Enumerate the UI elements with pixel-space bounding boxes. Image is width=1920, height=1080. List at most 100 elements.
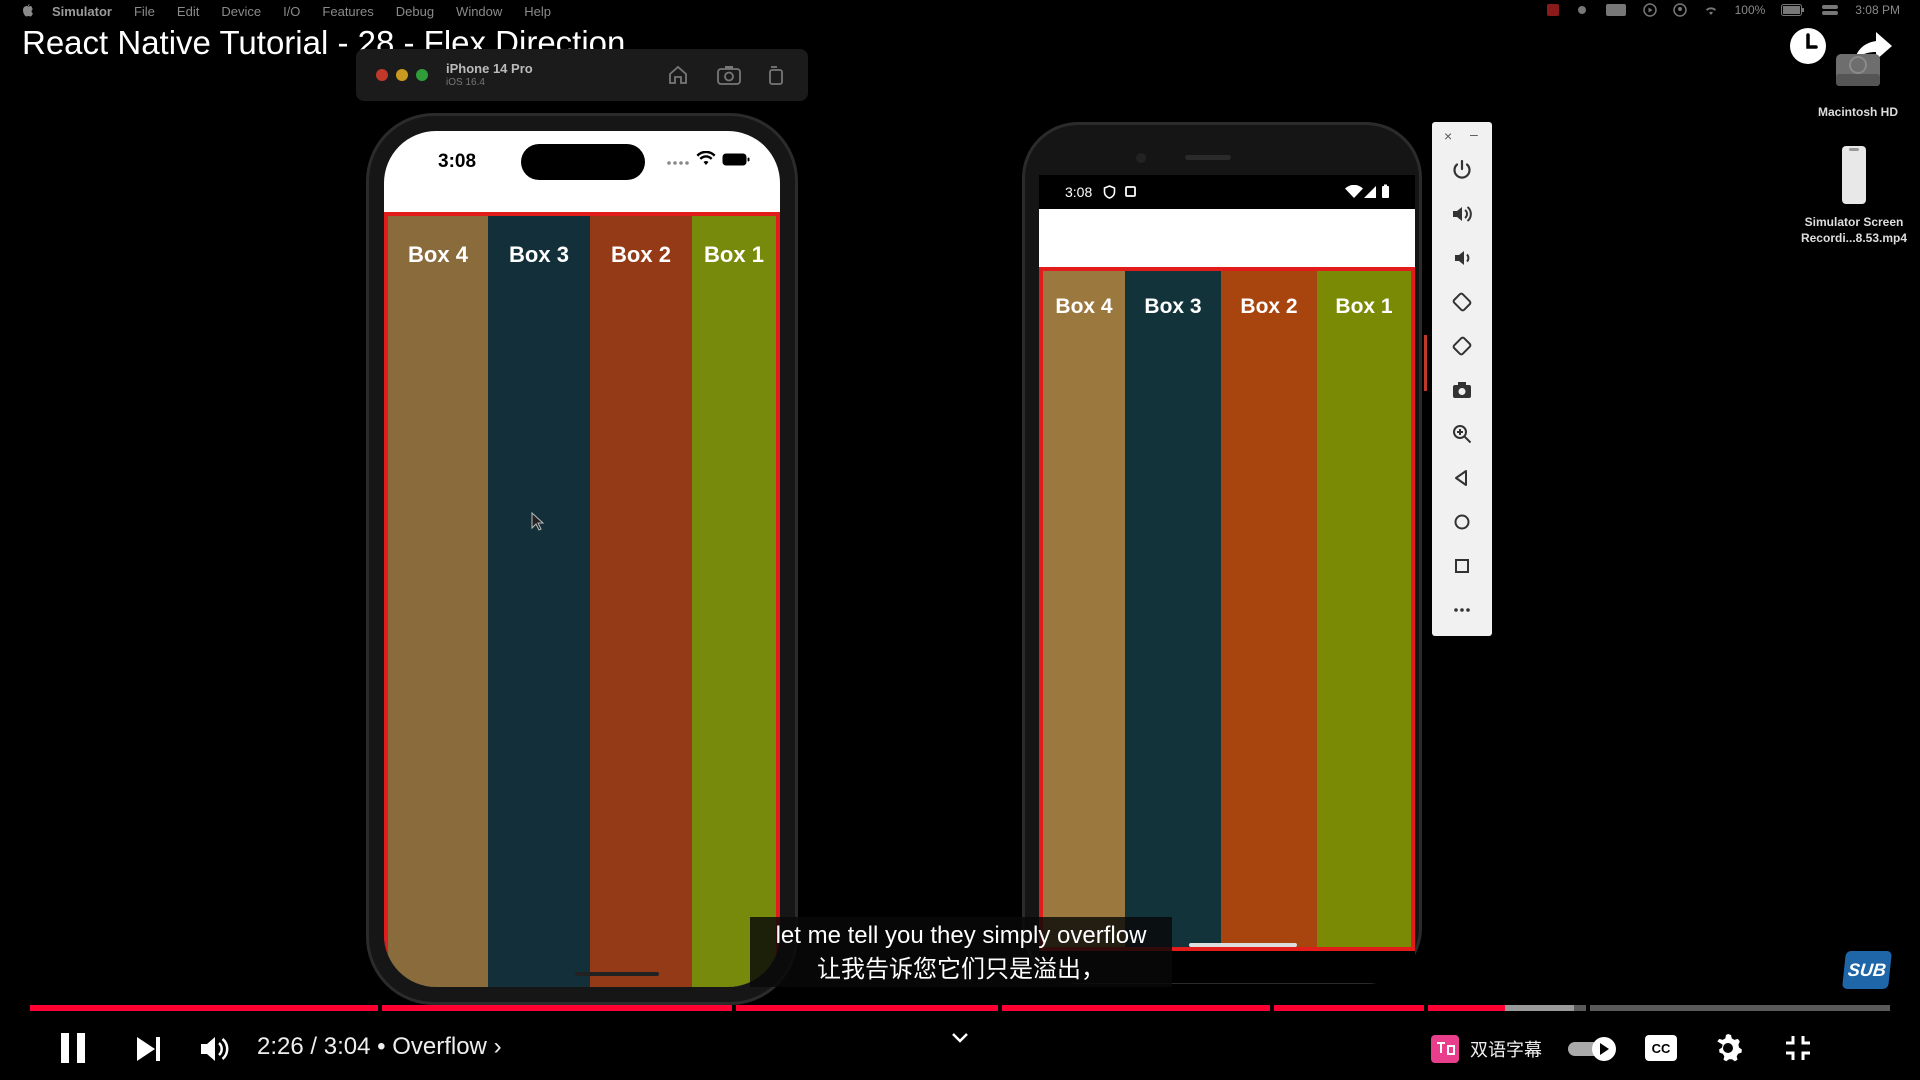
battery-percent: 100% [1734, 3, 1766, 17]
current-time: 2:26 [257, 1033, 304, 1060]
screenshot-icon[interactable] [716, 63, 742, 87]
menu-window[interactable]: Window [456, 4, 502, 19]
menu-file[interactable]: File [134, 4, 155, 19]
box-2: Box 2 [590, 216, 692, 987]
emulator-toolbar: × – [1432, 122, 1492, 636]
box-2: Box 2 [1221, 271, 1317, 947]
time-display: 2:26 / 3:04 • Overflow › [257, 1033, 502, 1060]
iphone-simulator: 3:08 Box 1 Box 2 Box 3 Box 4 [366, 113, 798, 1005]
flex-container: Box 1 Box 2 Box 3 Box 4 [1039, 267, 1415, 951]
home-icon[interactable] [666, 63, 690, 87]
iphone-clock: 3:08 [438, 151, 477, 172]
chapter-title[interactable]: Overflow [392, 1033, 487, 1060]
cell-signal-icon [1364, 186, 1376, 198]
rotate-right-icon[interactable] [1450, 334, 1474, 358]
subtitle-line-english: let me tell you they simply overflow [775, 922, 1147, 949]
record-indicator-icon[interactable] [1546, 4, 1559, 16]
chapter-gap [998, 1005, 1002, 1011]
duration: 3:04 [323, 1033, 371, 1060]
rotate-icon[interactable] [764, 63, 788, 87]
chevron-right-icon[interactable]: › [494, 1033, 502, 1060]
next-video-icon[interactable] [134, 1034, 164, 1064]
dynamic-island [521, 144, 645, 180]
flex-container: Box 1 Box 2 Box 3 Box 4 [384, 212, 780, 987]
simulator-titlebar[interactable]: iPhone 14 Pro iOS 16.4 [356, 49, 808, 101]
menu-device[interactable]: Device [221, 4, 261, 19]
signal-dots-icon [667, 161, 689, 165]
volume-down-icon[interactable] [1450, 246, 1474, 270]
android-screen[interactable]: 3:08 Box 1 Box 2 Box 3 Box 4 [1039, 175, 1415, 983]
rotate-left-icon[interactable] [1450, 290, 1474, 314]
minimize-icon[interactable]: – [1470, 126, 1478, 142]
android-clock: 3:08 [1065, 184, 1093, 200]
menu-simulator[interactable]: Simulator [52, 4, 112, 19]
wifi-icon[interactable] [1703, 3, 1719, 17]
volume-icon[interactable] [198, 1032, 232, 1066]
desktop-file[interactable]: Simulator Screen Recordi...8.53.mp4 [1790, 144, 1918, 245]
bilingual-subtitle-label[interactable]: 双语字幕 [1470, 1036, 1542, 1062]
desktop-disk[interactable]: Macintosh HD [1806, 38, 1910, 119]
earpiece-speaker [1185, 155, 1231, 160]
menu-io[interactable]: I/O [283, 4, 300, 19]
iphone-home-indicator [575, 972, 659, 976]
shield-icon [1103, 185, 1116, 199]
chevron-down-icon[interactable] [948, 1028, 972, 1048]
menu-debug[interactable]: Debug [396, 4, 434, 19]
close-icon[interactable]: × [1444, 128, 1452, 144]
battery-icon[interactable] [1781, 4, 1805, 16]
closed-captions-icon[interactable]: CC [1644, 1034, 1678, 1062]
status-extension-icon[interactable] [1575, 3, 1589, 17]
home-circle-icon[interactable] [1450, 510, 1474, 534]
volume-up-icon[interactable] [1450, 202, 1474, 226]
box-1: Box 1 [692, 216, 776, 987]
box-4: Box 4 [1043, 271, 1125, 947]
settings-gear-icon[interactable] [1712, 1032, 1744, 1064]
front-camera [1136, 153, 1146, 163]
menu-features[interactable]: Features [322, 4, 373, 19]
file-label-line2: Recordi...8.53.mp4 [1800, 231, 1908, 245]
control-center-icon[interactable] [1821, 3, 1839, 17]
mouse-cursor-icon [531, 512, 545, 531]
chapter-gap [1270, 1005, 1274, 1011]
play-circle-icon[interactable] [1642, 3, 1657, 17]
wifi-icon [696, 151, 716, 165]
hard-drive-icon [1836, 54, 1880, 86]
menubar-clock: 3:08 PM [1855, 3, 1900, 17]
android-gesture-bar [1189, 943, 1297, 947]
back-icon[interactable] [1450, 466, 1474, 490]
subtitle-box: let me tell you they simply overflow 让我告… [750, 917, 1172, 987]
file-label-line1: Simulator Screen [1804, 215, 1904, 229]
camera-icon[interactable] [1450, 378, 1474, 402]
android-header-area [1039, 209, 1415, 267]
user-circle-icon[interactable] [1672, 3, 1687, 17]
chapter-gap [1424, 1005, 1428, 1011]
zoom-window-button[interactable] [416, 69, 428, 81]
progress-bar[interactable] [30, 1005, 1890, 1011]
minimize-window-button[interactable] [396, 69, 408, 81]
subtitle-line-chinese: 让我告诉您它们只是溢出， [817, 956, 1105, 983]
autoplay-toggle[interactable] [1566, 1034, 1620, 1064]
menu-edit[interactable]: Edit [177, 4, 199, 19]
pause-icon[interactable] [58, 1030, 88, 1066]
bilingual-subtitle-icon[interactable] [1430, 1034, 1460, 1064]
simulator-os-version: iOS 16.4 [446, 77, 485, 88]
simulator-device-name: iPhone 14 Pro [446, 61, 533, 76]
box-1: Box 1 [1317, 271, 1411, 947]
mac-menu-bar: Simulator File Edit Device I/O Features … [0, 0, 1920, 22]
iphone-screen[interactable]: 3:08 Box 1 Box 2 Box 3 Box 4 [384, 131, 780, 987]
chapter-gap [732, 1005, 736, 1011]
overview-icon[interactable] [1450, 554, 1474, 578]
power-icon[interactable] [1450, 158, 1474, 182]
chapter-gap [1586, 1005, 1590, 1011]
box-3: Box 3 [488, 216, 590, 987]
sub-channel-badge[interactable]: SUB [1842, 951, 1892, 989]
sd-card-icon [1125, 186, 1136, 197]
side-button[interactable] [1424, 335, 1427, 391]
apple-icon[interactable] [20, 3, 36, 19]
exit-fullscreen-icon[interactable] [1782, 1032, 1814, 1064]
more-icon[interactable] [1450, 598, 1474, 622]
input-method-icon[interactable] [1605, 3, 1627, 17]
close-window-button[interactable] [376, 69, 388, 81]
menu-help[interactable]: Help [524, 4, 551, 19]
zoom-icon[interactable] [1450, 422, 1474, 446]
